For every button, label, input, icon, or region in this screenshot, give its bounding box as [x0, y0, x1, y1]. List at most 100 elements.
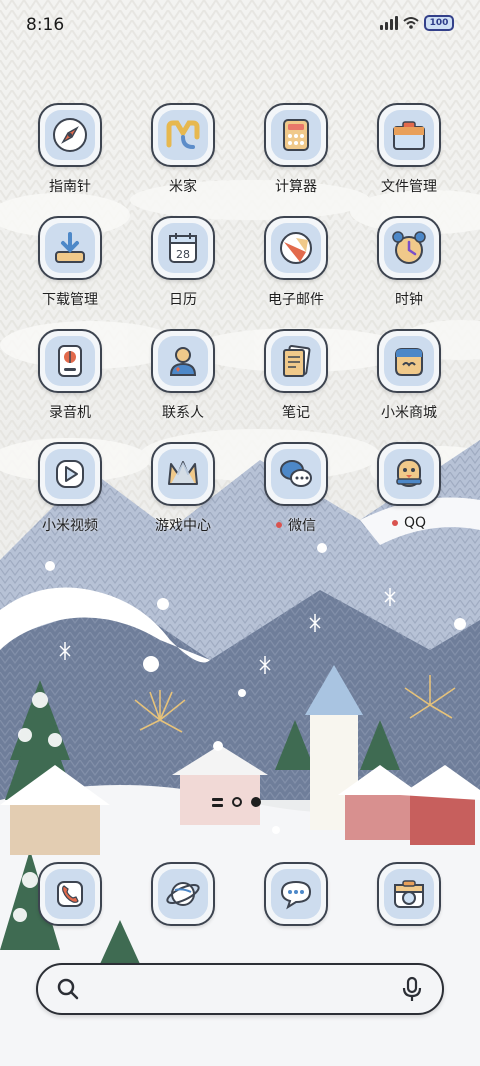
app-recorder[interactable]: 录音机 — [15, 329, 125, 439]
game-crown-icon — [168, 461, 198, 485]
app-download-manager[interactable]: 下载管理 — [15, 216, 125, 326]
app-label: 时钟 — [395, 289, 423, 309]
app-label-text: 联系人 — [162, 405, 204, 421]
app-label: 日历 — [169, 289, 197, 309]
mail-icon — [280, 232, 312, 264]
download-icon — [55, 232, 85, 263]
app-icon[interactable] — [151, 442, 215, 506]
app-clock[interactable]: 时钟 — [354, 216, 464, 326]
page-indicator[interactable] — [212, 796, 261, 808]
app-label-text: 微信 — [288, 518, 316, 534]
recorder-icon — [58, 345, 82, 377]
app-label: 小米视频 — [42, 515, 98, 535]
app-compass[interactable]: 指南针 — [15, 103, 125, 213]
app-mi-video[interactable]: 小米视频 — [15, 442, 125, 552]
search-icon[interactable] — [56, 977, 80, 1001]
app-label-text: QQ — [403, 515, 427, 531]
app-label: 电子邮件 — [268, 289, 324, 309]
app-label-text: 录音机 — [49, 405, 91, 421]
app-icon[interactable] — [377, 103, 441, 167]
app-mijia[interactable]: 米家 — [128, 103, 238, 213]
app-icon[interactable] — [264, 442, 328, 506]
dock-camera[interactable] — [377, 862, 441, 926]
dock — [0, 862, 480, 928]
notification-dot — [276, 522, 282, 528]
app-label-text: 文件管理 — [381, 179, 437, 195]
app-icon[interactable] — [264, 103, 328, 167]
page-dot-1[interactable] — [232, 797, 242, 807]
page-indicator-lines — [212, 797, 223, 807]
app-icon[interactable] — [377, 216, 441, 280]
page-dot-2-current[interactable] — [251, 797, 261, 807]
app-email[interactable]: 电子邮件 — [241, 216, 351, 326]
app-calendar[interactable]: 28 日历 — [128, 216, 238, 326]
wechat-icon — [280, 460, 312, 487]
app-label-text: 下载管理 — [42, 292, 98, 308]
contacts-icon — [169, 347, 197, 376]
status-icons: 100 — [380, 15, 454, 31]
search-bar[interactable] — [36, 963, 444, 1015]
phone-icon — [57, 881, 83, 907]
app-label-text: 小米视频 — [42, 518, 98, 534]
app-icon[interactable] — [38, 442, 102, 506]
signal-icon — [380, 16, 398, 30]
app-icon[interactable] — [38, 216, 102, 280]
dock-phone[interactable] — [38, 862, 102, 926]
calendar-day: 28 — [176, 248, 190, 261]
battery-level: 100 — [429, 18, 449, 28]
app-label-text: 计算器 — [275, 179, 317, 195]
app-icon[interactable] — [264, 329, 328, 393]
app-wechat[interactable]: 微信 — [241, 442, 351, 552]
app-contacts[interactable]: 联系人 — [128, 329, 238, 439]
app-qq[interactable]: QQ — [354, 442, 464, 552]
alarm-clock-icon — [392, 231, 426, 264]
dock-browser[interactable] — [151, 862, 215, 926]
app-label: 计算器 — [275, 176, 317, 196]
calculator-icon — [283, 119, 309, 151]
app-label-text: 笔记 — [282, 405, 310, 421]
app-label: 指南针 — [49, 176, 91, 196]
app-mi-store[interactable]: 小米商城 — [354, 329, 464, 439]
video-play-icon — [56, 460, 84, 488]
app-label-text: 游戏中心 — [155, 518, 211, 534]
status-bar: 8:16 100 — [0, 0, 480, 50]
app-icon[interactable] — [377, 442, 441, 506]
qq-penguin-icon — [396, 459, 422, 487]
compass-icon — [53, 118, 87, 152]
app-file-manager[interactable]: 文件管理 — [354, 103, 464, 213]
app-icon[interactable] — [377, 329, 441, 393]
folder-icon — [393, 121, 425, 150]
app-label: 小米商城 — [381, 402, 437, 422]
app-icon[interactable] — [151, 329, 215, 393]
mijia-icon — [166, 120, 200, 149]
app-label-text: 指南针 — [49, 179, 91, 195]
browser-planet-icon — [166, 882, 200, 906]
app-icon[interactable]: 28 — [151, 216, 215, 280]
app-icon[interactable] — [38, 103, 102, 167]
app-game-center[interactable]: 游戏中心 — [128, 442, 238, 552]
status-time: 8:16 — [26, 15, 65, 35]
app-label: 文件管理 — [381, 176, 437, 196]
app-label: QQ — [391, 515, 427, 531]
app-label-text: 日历 — [169, 292, 197, 308]
app-label-text: 小米商城 — [381, 405, 437, 421]
app-label: 联系人 — [162, 402, 204, 422]
dock-messages[interactable] — [264, 862, 328, 926]
app-notes[interactable]: 笔记 — [241, 329, 351, 439]
app-label-text: 米家 — [169, 179, 197, 195]
app-label-text: 电子邮件 — [268, 292, 324, 308]
app-icon[interactable] — [264, 216, 328, 280]
app-label: 微信 — [276, 515, 316, 535]
wifi-icon — [403, 17, 419, 29]
calendar-icon: 28 — [169, 233, 197, 263]
app-label: 米家 — [169, 176, 197, 196]
app-label: 录音机 — [49, 402, 91, 422]
microphone-icon[interactable] — [400, 976, 424, 1002]
app-icon[interactable] — [38, 329, 102, 393]
notification-dot — [391, 520, 398, 526]
app-label-text: 时钟 — [395, 292, 423, 308]
app-icon[interactable] — [151, 103, 215, 167]
app-calculator[interactable]: 计算器 — [241, 103, 351, 213]
notes-icon — [283, 344, 311, 377]
app-label: 下载管理 — [42, 289, 98, 309]
